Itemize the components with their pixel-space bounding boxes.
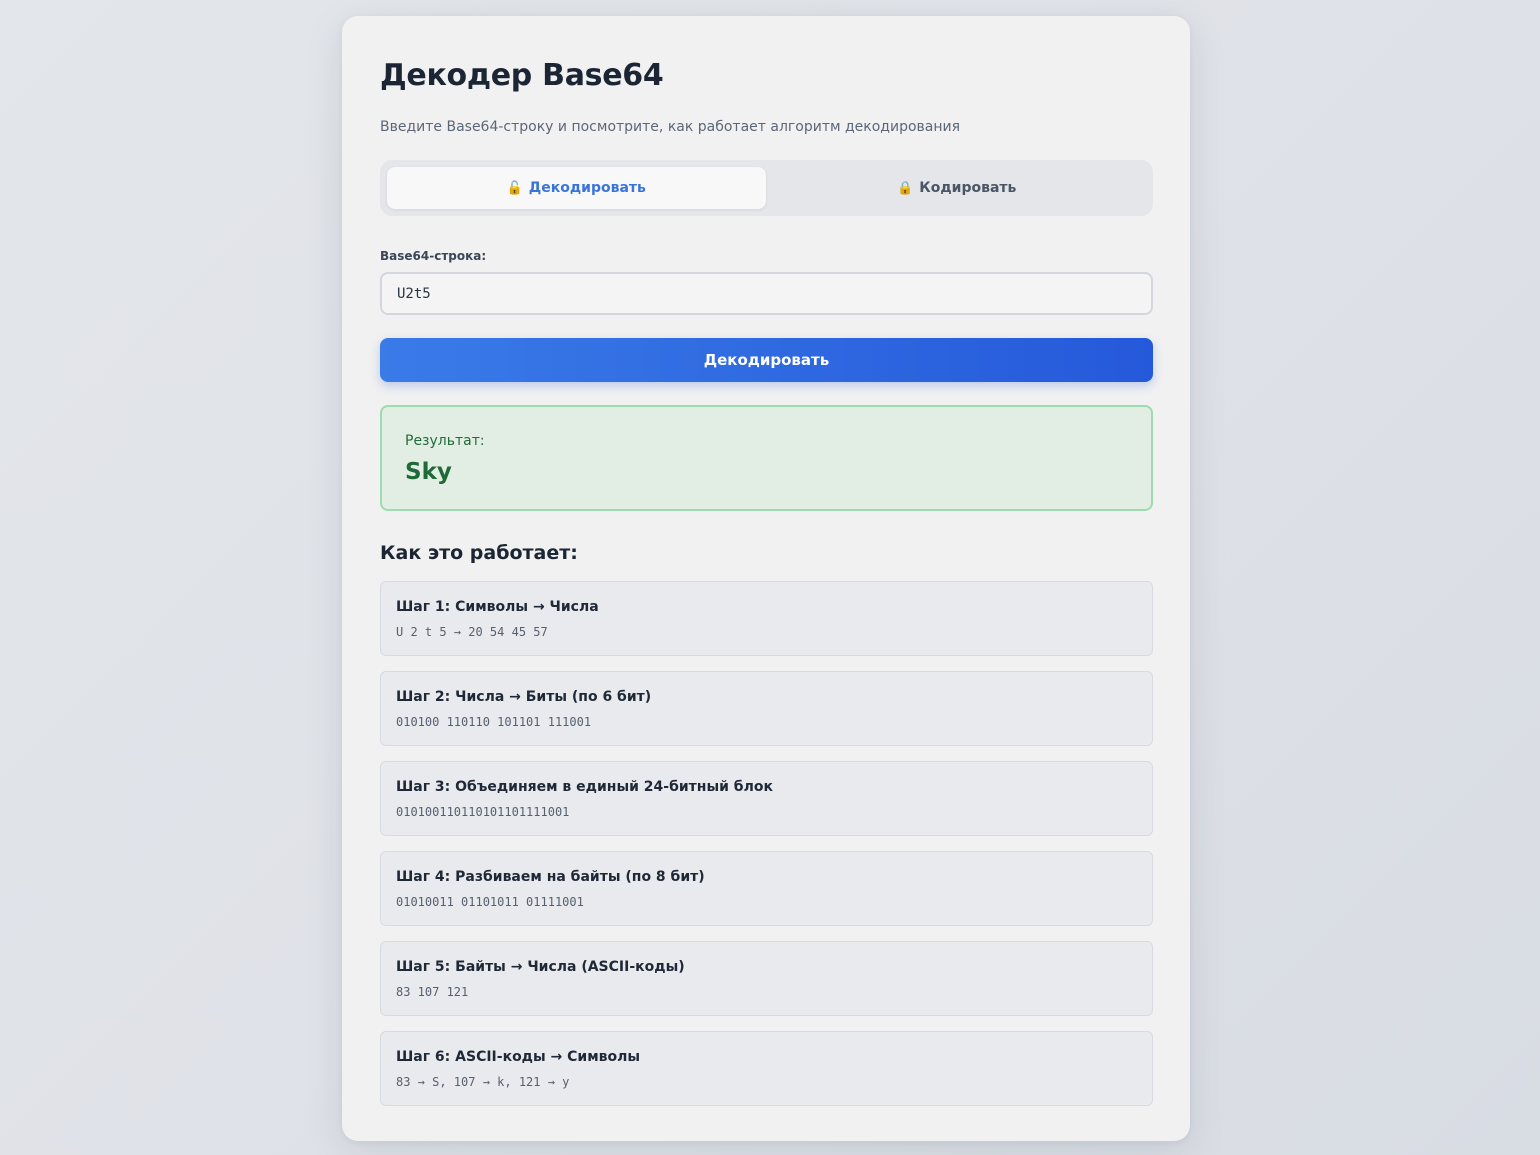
step-detail: 010100 110110 101101 111001: [396, 715, 592, 729]
base64-input-label: Base64-строка:: [380, 249, 487, 263]
step-card-2: Шаг 2: Числа → Биты (по 6 бит) 010100 11…: [380, 671, 1153, 746]
decode-button[interactable]: Декодировать: [380, 338, 1153, 382]
step-detail: 83 107 121: [396, 985, 469, 999]
step-title: Шаг 3: Объединяем в единый 24-битный бло…: [396, 779, 773, 795]
step-card-5: Шаг 5: Байты → Числа (ASCII-коды) 83 107…: [380, 941, 1153, 1016]
decoder-card: Декодер Base64 Введите Base64-строку и п…: [342, 16, 1190, 1141]
step-detail: 83 → S, 107 → k, 121 → y: [396, 1075, 570, 1089]
step-title: Шаг 5: Байты → Числа (ASCII-коды): [396, 959, 685, 975]
unlocked-icon: 🔓: [506, 180, 523, 196]
step-title: Шаг 6: ASCII-коды → Символы: [396, 1049, 641, 1065]
step-card-3: Шаг 3: Объединяем в единый 24-битный бло…: [380, 761, 1153, 836]
base64-input[interactable]: [380, 272, 1153, 315]
tab-decode-label: Декодировать: [528, 180, 646, 196]
step-card-6: Шаг 6: ASCII-коды → Символы 83 → S, 107 …: [380, 1031, 1153, 1106]
result-box: Результат: Sky: [380, 405, 1153, 511]
page-subtitle: Введите Base64-строку и посмотрите, как …: [380, 119, 961, 135]
page-title: Декодер Base64: [380, 58, 664, 93]
result-value: Sky: [405, 459, 452, 485]
step-title: Шаг 2: Числа → Биты (по 6 бит): [396, 689, 652, 705]
steps-list: Шаг 1: Символы → Числа U 2 t 5 → 20 54 4…: [380, 581, 1153, 1121]
result-label: Результат:: [405, 433, 485, 449]
step-detail: U 2 t 5 → 20 54 45 57: [396, 625, 548, 639]
step-title: Шаг 4: Разбиваем на байты (по 8 бит): [396, 869, 705, 885]
step-card-1: Шаг 1: Символы → Числа U 2 t 5 → 20 54 4…: [380, 581, 1153, 656]
tab-decode[interactable]: 🔓 Декодировать: [387, 167, 766, 209]
tab-encode[interactable]: 🔒 Кодировать: [768, 167, 1147, 209]
step-card-4: Шаг 4: Разбиваем на байты (по 8 бит) 010…: [380, 851, 1153, 926]
step-detail: 010100110110101101111001: [396, 805, 570, 819]
step-detail: 01010011 01101011 01111001: [396, 895, 584, 909]
locked-icon: 🔒: [897, 180, 914, 196]
mode-tabs: 🔓 Декодировать 🔒 Кодировать: [380, 160, 1153, 216]
how-it-works-title: Как это работает:: [380, 542, 578, 564]
tab-encode-label: Кодировать: [919, 180, 1017, 196]
step-title: Шаг 1: Символы → Числа: [396, 599, 599, 615]
